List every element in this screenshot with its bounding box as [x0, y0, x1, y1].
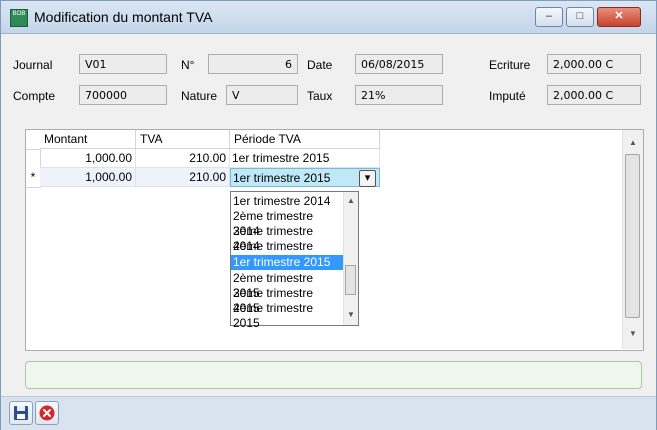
- cell-montant[interactable]: 1,000.00: [40, 149, 136, 168]
- maximize-button[interactable]: □: [566, 7, 594, 27]
- nature-field[interactable]: V: [226, 85, 298, 105]
- impute-field[interactable]: 2,000.00 C: [547, 85, 641, 105]
- ecriture-label: Ecriture: [489, 58, 531, 72]
- bottom-toolbar: [1, 396, 656, 430]
- dropdown-option-selected[interactable]: 1er trimestre 2015: [231, 255, 343, 270]
- cancel-button[interactable]: [35, 401, 59, 425]
- periode-combobox-value: 1er trimestre 2015: [233, 171, 331, 185]
- journal-label: Journal: [13, 58, 53, 72]
- taux-label: Taux: [307, 89, 333, 103]
- row-indicator-new[interactable]: *: [26, 168, 41, 188]
- app-icon: BOB: [10, 9, 28, 27]
- numero-label: N°: [181, 58, 195, 72]
- tva-grid: Montant TVA Période TVA 1,000.00 210.00 …: [25, 129, 644, 351]
- window-title: Modification du montant TVA: [34, 9, 213, 25]
- numero-field[interactable]: 6: [208, 54, 298, 74]
- dialog-window: BOB Modification du montant TVA – □ ✕ Jo…: [0, 0, 657, 430]
- journal-field[interactable]: V01: [79, 54, 167, 74]
- impute-label: Imputé: [489, 89, 526, 103]
- compte-field[interactable]: 700000: [79, 85, 167, 105]
- dropdown-option[interactable]: 1er trimestre 2014: [231, 194, 343, 209]
- cell-montant[interactable]: 1,000.00: [40, 168, 136, 187]
- periode-dropdown-list: 1er trimestre 2014 2ème trimestre 2014 3…: [230, 191, 359, 330]
- dropdown-option[interactable]: 3ème trimestre 2014: [231, 224, 343, 253]
- ecriture-field[interactable]: 2,000.00 C: [547, 54, 641, 74]
- scroll-up-icon[interactable]: ▲: [623, 138, 643, 147]
- compte-label: Compte: [13, 89, 56, 103]
- row-indicator[interactable]: [26, 149, 41, 169]
- nature-label: Nature: [181, 89, 218, 103]
- cell-tva[interactable]: 210.00: [136, 168, 230, 187]
- dropdown-option[interactable]: 2ème trimestre 2015: [231, 271, 343, 300]
- close-button[interactable]: ✕: [597, 7, 641, 27]
- grid-scroll-thumb[interactable]: [625, 154, 640, 318]
- dropdown-option[interactable]: 4ème trimestre 2014: [231, 239, 343, 268]
- row-header-corner: [26, 130, 41, 150]
- title-bar: BOB Modification du montant TVA – □ ✕: [1, 1, 656, 34]
- column-header-tva[interactable]: TVA: [136, 130, 230, 149]
- dropdown-scrollbar[interactable]: ▲ ▼: [343, 192, 358, 325]
- column-header-periode[interactable]: Période TVA: [230, 130, 380, 149]
- dropdown-scroll-thumb[interactable]: [345, 265, 356, 295]
- scroll-down-icon[interactable]: ▼: [344, 310, 358, 319]
- grid-scrollbar[interactable]: ▲ ▼: [622, 130, 643, 349]
- date-field[interactable]: 06/08/2015: [355, 54, 443, 74]
- dropdown-option[interactable]: 3ème trimestre 2015: [231, 286, 343, 315]
- cell-tva[interactable]: 210.00: [136, 149, 230, 168]
- date-label: Date: [307, 58, 333, 72]
- column-header-montant[interactable]: Montant: [40, 130, 136, 149]
- scroll-up-icon[interactable]: ▲: [344, 196, 358, 205]
- periode-combobox[interactable]: 1er trimestre 2015 ▾: [230, 168, 380, 187]
- cancel-icon: [39, 405, 55, 421]
- taux-field[interactable]: 21%: [355, 85, 443, 105]
- chevron-down-icon[interactable]: ▾: [359, 170, 376, 187]
- dropdown-option[interactable]: 2ème trimestre 2014: [231, 209, 343, 238]
- scroll-down-icon[interactable]: ▼: [623, 329, 643, 338]
- save-button[interactable]: [9, 401, 33, 425]
- minimize-button[interactable]: –: [535, 7, 563, 27]
- dropdown-option[interactable]: 4ème trimestre 2015: [231, 301, 343, 330]
- app-icon-text: BOB: [12, 11, 26, 17]
- cell-periode[interactable]: 1er trimestre 2015: [230, 149, 380, 168]
- status-bar: [25, 361, 642, 389]
- save-icon: [14, 406, 28, 420]
